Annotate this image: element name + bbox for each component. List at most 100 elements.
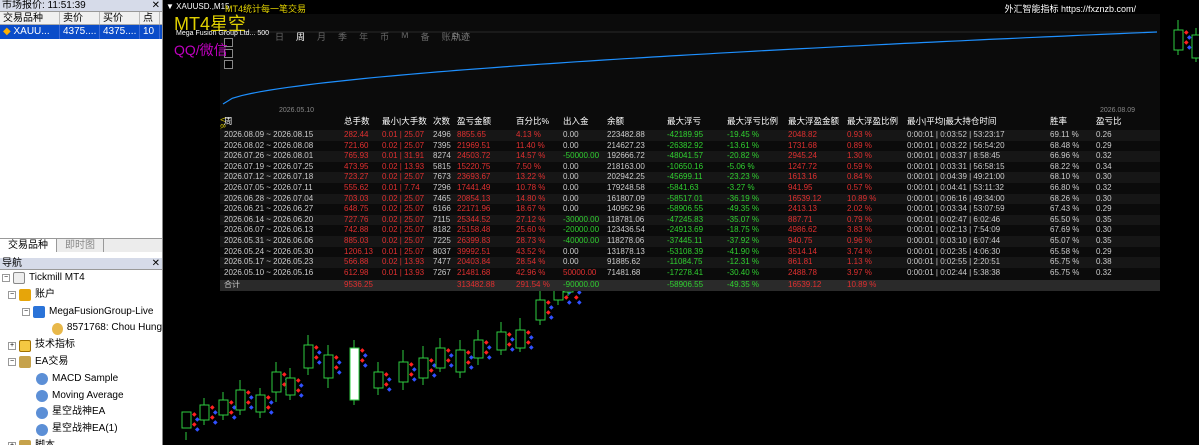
- table-cell: 202942.25: [607, 172, 645, 182]
- table-cell: 67.43 %: [1050, 204, 1080, 214]
- table-cell: -30.40 %: [727, 267, 760, 277]
- table-cell: -49.35 %: [727, 280, 760, 290]
- nav-item-tickmill[interactable]: − Tickmill MT4: [0, 270, 162, 287]
- table-cell: 0.02 | 25.07: [382, 204, 425, 214]
- table-cell: 16539.12: [788, 280, 822, 290]
- close-icon[interactable]: ✕: [152, 258, 160, 270]
- table-cell: 21481.68: [457, 267, 491, 277]
- table-cell: 50000.00: [563, 267, 597, 277]
- column-header: 总手数: [344, 116, 370, 126]
- tab-tick-chart[interactable]: 即时图: [57, 239, 104, 252]
- equity-start-date: 2026.05.10: [279, 107, 315, 114]
- nav-item-ea[interactable]: − EA交易: [0, 354, 162, 371]
- table-cell: 0.00: [563, 140, 579, 150]
- collapse-icon[interactable]: −: [8, 291, 16, 300]
- column-header: 最小|平均|最大持仓时间: [907, 116, 997, 126]
- table-cell: 887.71: [788, 214, 813, 224]
- column-header: 百分比%: [516, 116, 550, 126]
- nav-item-accounts[interactable]: − 账户: [0, 287, 162, 304]
- collapse-icon[interactable]: −: [2, 274, 10, 283]
- column-header: 最大浮盈比例: [847, 116, 899, 126]
- table-cell: 0.30: [1096, 172, 1112, 182]
- market-watch-row[interactable]: ◆ XAUU... 4375.... 4375.... 10: [0, 25, 162, 39]
- nav-item-scripts[interactable]: +脚本: [0, 438, 162, 445]
- table-row: 2026.08.09 ~ 2026.08.15 282.44 0.01 | 25.0…: [220, 130, 1160, 141]
- ea-item-icon: [36, 373, 48, 386]
- column-ask[interactable]: 买价: [100, 12, 140, 24]
- trade-marker: ◆: [549, 315, 554, 321]
- table-cell: 0.01 | 13.93: [382, 267, 425, 277]
- table-cell: 2026.05.10 ~ 2026.05.16: [224, 267, 314, 277]
- candle-body: [255, 394, 266, 413]
- nav-label: EA交易: [35, 355, 69, 367]
- table-cell: 2026.05.17 ~ 2026.05.23: [224, 257, 314, 267]
- table-cell: 0.02 | 25.07: [382, 225, 425, 235]
- table-cell: 65.75 %: [1050, 257, 1080, 267]
- table-cell: 0.79 %: [847, 214, 872, 224]
- column-bid[interactable]: 卖价: [60, 12, 100, 24]
- table-cell: 885.03: [344, 236, 369, 245]
- table-cell: 223482.88: [607, 130, 645, 139]
- nav-item-server[interactable]: − MegaFusionGroup-Live: [0, 304, 162, 321]
- table-cell: 25.60 %: [516, 225, 546, 235]
- table-cell: 42.96 %: [516, 267, 546, 277]
- table-cell: 2026.08.09 ~ 2026.08.15: [224, 130, 314, 139]
- table-cell: 2026.07.05 ~ 2026.07.11: [224, 183, 313, 192]
- nav-label: 8571768: Chou Hung: [66, 322, 162, 334]
- nav-item-moving-average[interactable]: Moving Average: [0, 388, 162, 405]
- candle-body: [418, 357, 429, 379]
- candle-body: [285, 377, 296, 396]
- collapse-icon[interactable]: −: [22, 307, 30, 316]
- table-cell: 65.07 %: [1050, 236, 1080, 245]
- table-cell: 0.00: [563, 246, 579, 256]
- table-cell: 10.89 %: [847, 193, 877, 203]
- table-cell: 3.74 %: [847, 246, 872, 256]
- server-icon: [33, 305, 45, 318]
- table-cell: -20.82 %: [727, 151, 760, 161]
- nav-item-account[interactable]: 8571768: Chou Hung: [0, 320, 162, 337]
- candle-body: [473, 339, 484, 359]
- tab-symbols[interactable]: 交易品种: [0, 239, 57, 252]
- table-row: 2026.06.14 ~ 2026.06.20 727.76 0.02 | 25.0…: [220, 214, 1160, 226]
- candle-body: [455, 349, 466, 373]
- collapse-icon[interactable]: −: [8, 358, 16, 367]
- table-cell: -20000.00: [563, 225, 600, 235]
- table-cell: 7.50 %: [516, 161, 541, 171]
- table-cell: 3.97 %: [847, 267, 872, 277]
- nav-item-macd-sample[interactable]: MACD Sample: [0, 371, 162, 388]
- table-cell: 25344.52: [457, 214, 491, 224]
- table-row: 2026.08.02 ~ 2026.08.08 721.60 0.02 | 25.0…: [220, 141, 1160, 152]
- table-cell: 727.76: [344, 214, 369, 224]
- table-cell: 0:00:01 | 0:03:22 | 56:54:20: [907, 140, 1005, 150]
- table-cell: 612.98: [344, 267, 369, 277]
- table-cell: 2026.06.14 ~ 2026.06.20: [224, 214, 314, 224]
- table-cell: 0.02 | 25.07: [382, 140, 425, 150]
- column-spread[interactable]: 点: [140, 12, 160, 24]
- table-cell: 20854.13: [457, 193, 491, 203]
- candle-body: [349, 347, 360, 401]
- table-cell: 0.01 | 31.91: [382, 151, 425, 161]
- table-cell: 118278.06: [607, 236, 645, 245]
- table-cell: -13.61 %: [727, 140, 760, 150]
- table-cell: -90000.00: [563, 280, 600, 290]
- nav-item-indicators[interactable]: + 技术指标: [0, 337, 162, 354]
- table-cell: -58906.55: [667, 204, 704, 214]
- table-cell: 123436.54: [607, 225, 645, 235]
- trade-marker: ◆: [510, 347, 515, 353]
- table-cell: 313482.88: [457, 280, 495, 290]
- trade-marker: ◆: [432, 373, 437, 379]
- market-watch-title-bar: 市场报价: 11:51:39 ✕: [0, 0, 162, 12]
- expand-icon[interactable]: +: [8, 341, 16, 350]
- table-cell: 0.30: [1096, 225, 1112, 235]
- nav-item-ea-1[interactable]: 星空战神EA: [0, 404, 162, 421]
- trade-marker: ◆: [567, 300, 572, 306]
- table-cell: 0.29: [1096, 246, 1112, 256]
- close-icon[interactable]: ✕: [152, 0, 160, 12]
- trade-marker: ◆: [269, 410, 274, 416]
- column-symbol[interactable]: 交易品种: [0, 12, 60, 24]
- candle-body: [496, 331, 507, 351]
- table-cell: 0.29: [1096, 140, 1112, 150]
- nav-item-ea-2[interactable]: 星空战神EA(1): [0, 421, 162, 438]
- table-cell: 723.27: [344, 172, 369, 182]
- chart-window[interactable]: ◆ ◆ ◆ ◆ ◆ ◆ ◆ ◆ ◆ ◆ ◆ ◆ ◆ ◆ ◆ ◆ ◆ ◆ ◆ ◆ ◆ ◆ ◆ ◆ ◆ ◆ ◆ ◆ ◆ ◆ ◆ ◆ ◆ ◆ ◆ ◆ ◆ ◆ ◆ ◆…: [164, 0, 1199, 445]
